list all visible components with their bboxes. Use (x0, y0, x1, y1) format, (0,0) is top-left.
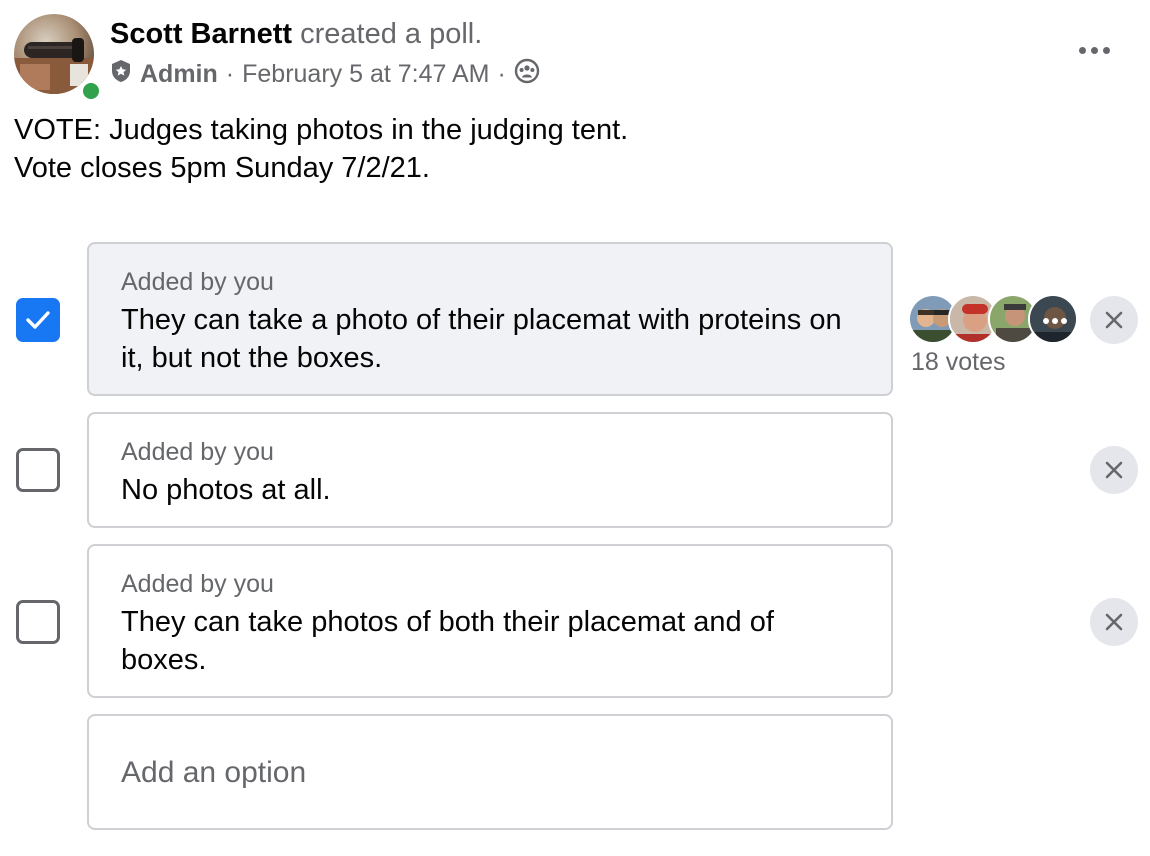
poll-option-checkbox-1[interactable] (16, 298, 60, 342)
option-text: They can take a photo of their placemat … (121, 304, 842, 374)
more-options-icon (1078, 46, 1086, 54)
remove-option-button-2[interactable] (1090, 446, 1138, 494)
option-text: No photos at all. (121, 474, 331, 506)
checkmark-icon (26, 311, 50, 329)
remove-option-button-3[interactable] (1090, 598, 1138, 646)
poll-option-checkbox-3[interactable] (16, 600, 60, 644)
post-body: VOTE: Judges taking photos in the judgin… (14, 111, 628, 187)
group-audience-icon[interactable] (514, 58, 540, 91)
voter-avatar-more (1028, 294, 1078, 344)
admin-badge-icon (110, 59, 132, 90)
add-option-placeholder: Add an option (121, 756, 307, 789)
author-avatar[interactable] (14, 14, 102, 102)
close-icon (1105, 461, 1123, 479)
author-name[interactable]: Scott Barnett (110, 18, 292, 50)
close-icon (1105, 311, 1123, 329)
poll-option-checkbox-2[interactable] (16, 448, 60, 492)
remove-option-button-1[interactable] (1090, 296, 1138, 344)
option-added-by: Added by you (121, 268, 274, 296)
option-added-by: Added by you (121, 570, 274, 598)
voter-avatars[interactable] (908, 294, 1080, 348)
meta-separator: · (225, 59, 235, 88)
vote-count[interactable]: 18 votes (911, 346, 1006, 378)
poll-option-1[interactable]: Added by you They can take a photo of th… (87, 242, 893, 396)
poll-post: Scott Barnett created a poll. Admin · Fe… (0, 0, 1150, 856)
option-added-by: Added by you (121, 438, 274, 466)
admin-role-label: Admin (140, 59, 218, 88)
online-status-dot (80, 80, 102, 102)
close-icon (1105, 613, 1123, 631)
post-text-line: Vote closes 5pm Sunday 7/2/21. (14, 152, 430, 184)
post-timestamp[interactable]: February 5 at 7:47 AM (242, 60, 489, 89)
post-action-text: created a poll. (300, 18, 483, 50)
more-options-button[interactable] (1066, 30, 1122, 70)
avatar-photo (14, 14, 94, 94)
poll-option-2[interactable]: Added by you No photos at all. (87, 412, 893, 528)
poll-option-3[interactable]: Added by you They can take photos of bot… (87, 544, 893, 698)
meta-separator: · (497, 59, 506, 88)
option-text: They can take photos of both their place… (121, 606, 774, 676)
post-text-line: VOTE: Judges taking photos in the judgin… (14, 114, 629, 146)
add-option-input[interactable]: Add an option (87, 714, 893, 830)
post-header-title: Scott Barnett created a poll. (110, 16, 482, 52)
post-meta: Admin · February 5 at 7:47 AM · (110, 57, 540, 91)
